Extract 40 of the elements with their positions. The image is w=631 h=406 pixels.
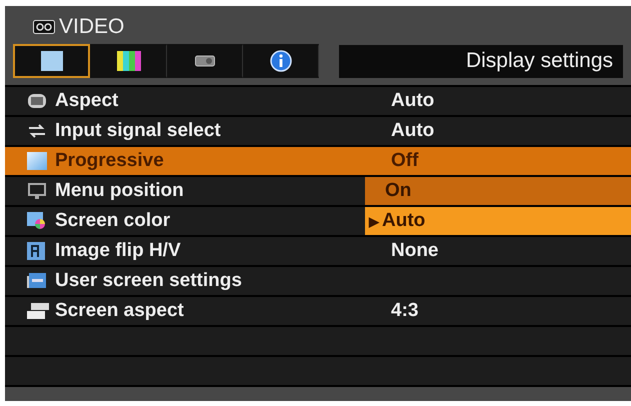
item-label: Image flip H/V xyxy=(55,240,181,262)
dropdown-option[interactable]: ▶Auto xyxy=(365,207,631,235)
input-switch-icon xyxy=(27,124,47,138)
menu-tab[interactable] xyxy=(13,44,90,78)
item-label: Progressive xyxy=(55,150,164,172)
menu-item[interactable]: Image flip H/V None xyxy=(5,237,631,265)
menu-item[interactable]: User screen settings xyxy=(5,267,631,295)
menu-item[interactable]: Screen aspect 4:3 xyxy=(5,297,631,325)
projector-icon xyxy=(195,55,216,67)
menu-item[interactable]: Progressive Off xyxy=(5,147,631,175)
screen-icon xyxy=(40,51,63,71)
dropdown-option[interactable]: On xyxy=(365,177,631,205)
pointer-mark: ▶ xyxy=(369,214,379,228)
item-value: Auto xyxy=(391,90,434,112)
menu-item[interactable]: Aspect Auto xyxy=(5,87,631,115)
section-title: Display settings xyxy=(339,44,623,78)
item-value: Off xyxy=(391,150,418,172)
item-value: None xyxy=(391,240,438,262)
menu-title: VIDEO xyxy=(59,15,124,39)
info-icon xyxy=(270,50,292,72)
color-bars-icon xyxy=(116,51,141,71)
flip-icon xyxy=(27,242,45,260)
display-icon xyxy=(27,93,47,109)
menu-item[interactable]: Input signal select Auto xyxy=(5,117,631,145)
item-label: Screen color xyxy=(55,210,170,232)
user-screen-icon xyxy=(27,272,47,290)
item-label: Input signal select xyxy=(55,120,221,142)
color-wheel-icon xyxy=(27,212,47,230)
tape-icon xyxy=(33,20,55,34)
item-label: Aspect xyxy=(55,90,118,112)
item-value: Auto xyxy=(391,120,434,142)
item-value: 4:3 xyxy=(391,300,418,322)
gradient-square-icon xyxy=(27,152,47,170)
screen-stack-icon xyxy=(27,302,49,320)
item-label: User screen settings xyxy=(55,270,242,292)
item-label: Menu position xyxy=(55,180,184,202)
option-label: On xyxy=(385,180,412,202)
option-label: Auto xyxy=(382,210,426,232)
item-label: Screen aspect xyxy=(55,300,184,322)
monitor-icon xyxy=(27,182,47,200)
